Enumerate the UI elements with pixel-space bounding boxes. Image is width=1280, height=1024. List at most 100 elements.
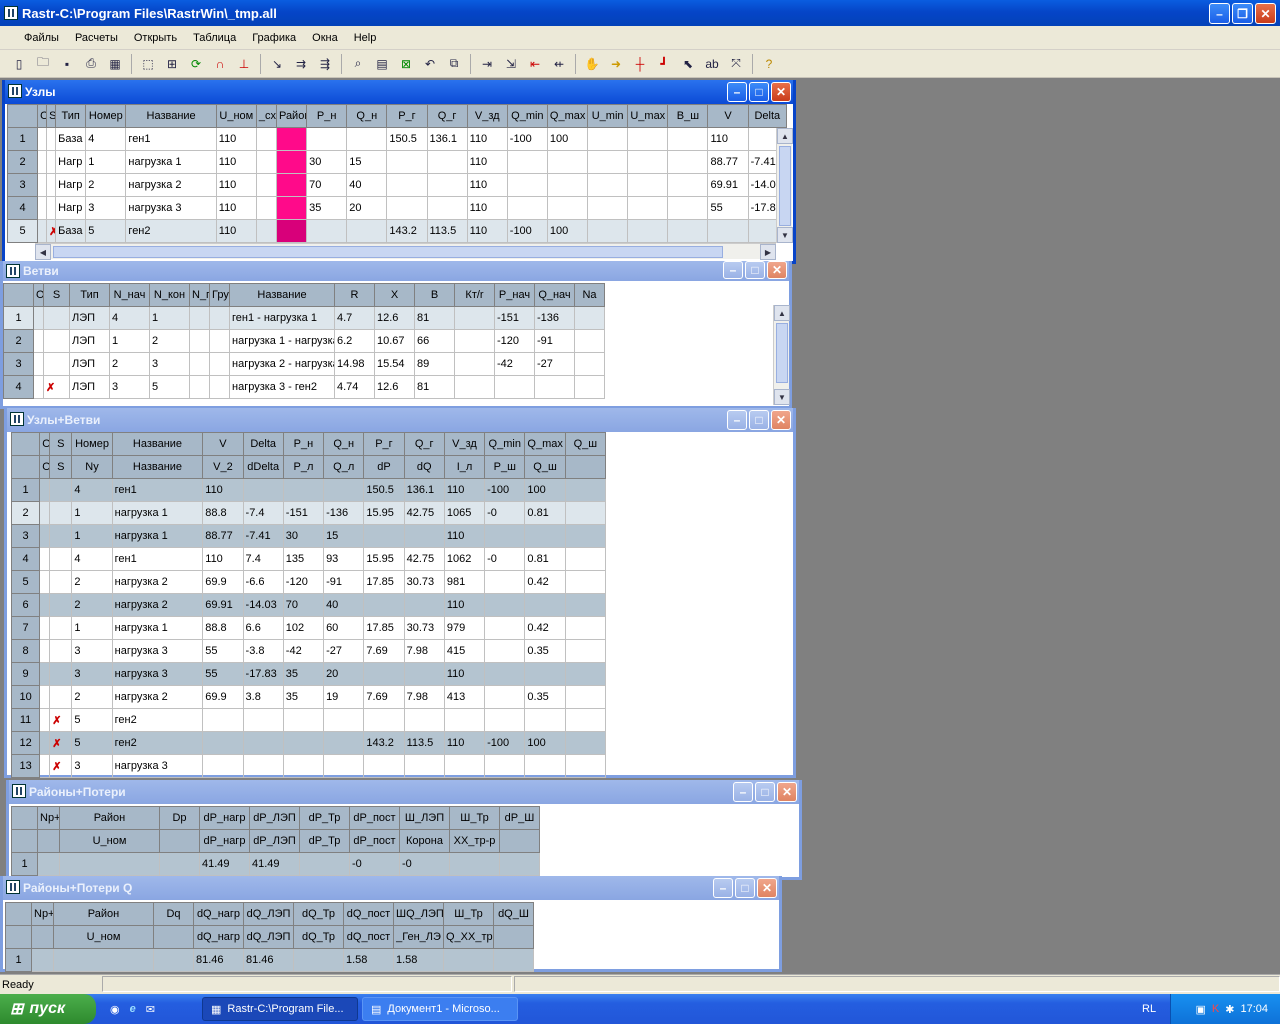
column-header[interactable]: Ш_ЛЭП — [399, 806, 450, 830]
column-header[interactable] — [11, 806, 38, 830]
table-cell[interactable]: -151 — [282, 501, 325, 525]
table-cell[interactable]: 81.46 — [193, 948, 244, 972]
table-cell[interactable] — [546, 150, 589, 174]
table-cell[interactable] — [564, 570, 607, 594]
row-number[interactable]: 2 — [10, 501, 41, 525]
table-row[interactable]: 12 ✗ 5 ген2 143.2 113.5 110 -100 100 — [10, 731, 607, 755]
table-cell[interactable] — [39, 593, 51, 617]
table-cell[interactable]: 0.35 — [524, 639, 566, 663]
column-header[interactable]: dQ_нагр — [193, 925, 244, 949]
row-number[interactable]: 6 — [10, 593, 41, 617]
table-cell[interactable]: 55 — [707, 196, 749, 220]
delete-icon[interactable]: ⇤ — [524, 53, 546, 75]
table-cell[interactable]: 110 — [215, 150, 257, 174]
table-cell[interactable] — [49, 685, 73, 709]
table-cell[interactable] — [43, 352, 70, 376]
table-cell[interactable] — [564, 501, 607, 525]
menu-windows[interactable]: Окна — [304, 32, 346, 44]
table-cell[interactable]: 113.5 — [403, 731, 445, 755]
table-cell[interactable] — [39, 547, 51, 571]
table-row[interactable]: 4 Нагр 3 нагрузка 3 110 35 20 110 55 -17.83 — [6, 196, 788, 220]
table-cell[interactable] — [153, 948, 194, 972]
column-header[interactable]: dQ_Ш — [493, 902, 534, 926]
table-cell[interactable] — [49, 616, 73, 640]
table-cell[interactable] — [49, 570, 73, 594]
magnet-icon[interactable]: ∩ — [209, 53, 231, 75]
column-header[interactable]: N_нач — [109, 283, 150, 307]
table-cell[interactable] — [443, 754, 486, 778]
row-number[interactable]: 12 — [10, 731, 41, 755]
undo-icon[interactable]: ↶ — [419, 53, 441, 75]
table-cell[interactable]: 143.2 — [363, 731, 405, 755]
table-cell[interactable]: ✗ — [49, 708, 73, 732]
table-cell[interactable]: -0 — [399, 852, 450, 876]
column-header[interactable]: N_п — [189, 283, 210, 307]
column-header[interactable]: Название — [111, 455, 204, 479]
table-cell[interactable]: 3 — [109, 375, 150, 399]
column-header[interactable]: dP_пост — [349, 806, 400, 830]
table-cell[interactable] — [275, 196, 308, 220]
table-cell[interactable]: 4 — [71, 478, 113, 502]
table-cell[interactable] — [49, 524, 73, 548]
table-cell[interactable] — [33, 306, 44, 330]
column-header[interactable]: V — [202, 432, 244, 456]
column-header[interactable]: dQ_Тр — [293, 925, 344, 949]
column-header[interactable] — [11, 829, 38, 853]
column-header[interactable]: O — [37, 104, 48, 128]
table-cell[interactable]: 41.49 — [249, 852, 300, 876]
table-row[interactable]: 2 Нагр 1 нагрузка 1 110 30 15 110 88.77 -7.41 — [6, 150, 788, 174]
table-cell[interactable]: нагрузка 1 - нагрузка 2 — [229, 329, 335, 353]
column-header[interactable]: Название — [229, 283, 335, 307]
column-header[interactable]: S — [49, 455, 73, 479]
column-header[interactable]: P_л — [282, 455, 325, 479]
table-cell[interactable] — [49, 593, 73, 617]
table-cell[interactable] — [46, 173, 57, 197]
table-cell[interactable]: 110 — [443, 478, 486, 502]
table-cell[interactable]: 69.9 — [202, 570, 244, 594]
table-cell[interactable]: 3 — [71, 662, 113, 686]
table-cell[interactable]: 1.58 — [393, 948, 444, 972]
table-cell[interactable] — [574, 352, 605, 376]
column-header[interactable]: S — [43, 283, 70, 307]
table-cell[interactable] — [484, 570, 526, 594]
table-cell[interactable] — [707, 219, 749, 243]
minimize-button[interactable]: – — [727, 82, 747, 102]
table-cell[interactable]: 55 — [202, 639, 244, 663]
row-number[interactable]: 5 — [6, 219, 39, 243]
table-cell[interactable]: 979 — [443, 616, 486, 640]
table-cell[interactable] — [386, 173, 428, 197]
table-cell[interactable] — [494, 375, 535, 399]
table-cell[interactable]: 2 — [71, 593, 113, 617]
table-cell[interactable]: 70 — [282, 593, 325, 617]
menu-help[interactable]: Help — [346, 32, 385, 44]
column-header[interactable]: Ш_Тр — [449, 806, 500, 830]
insert-icon[interactable]: ⇲ — [500, 53, 522, 75]
table-cell[interactable]: 110 — [443, 593, 486, 617]
table-cell[interactable]: -27 — [534, 352, 575, 376]
column-header[interactable]: Район — [275, 104, 308, 128]
table-cell[interactable] — [403, 708, 445, 732]
close-button[interactable]: ✕ — [767, 261, 787, 279]
table-cell[interactable]: ✗ — [43, 375, 70, 399]
table-cell[interactable]: ЛЭП — [69, 329, 110, 353]
label-icon[interactable]: ab — [701, 53, 723, 75]
table-cell[interactable]: 12.6 — [374, 306, 415, 330]
table-cell[interactable]: 110 — [707, 127, 749, 151]
column-header[interactable]: Q_ш — [564, 432, 607, 456]
table-cell[interactable]: 19 — [323, 685, 365, 709]
table-cell[interactable]: 110 — [215, 127, 257, 151]
table-cell[interactable]: 40 — [346, 173, 388, 197]
table-cell[interactable]: 14.98 — [334, 352, 375, 376]
table-cell[interactable]: -7.41 — [242, 524, 284, 548]
table-cell[interactable]: 1 — [71, 501, 113, 525]
column-header[interactable]: Ny — [71, 455, 113, 479]
table-cell[interactable]: -0 — [484, 547, 526, 571]
table-cell[interactable] — [39, 639, 51, 663]
table-cell[interactable]: -100 — [484, 478, 526, 502]
table-cell[interactable] — [53, 948, 154, 972]
column-header[interactable]: dP_нагр — [199, 829, 250, 853]
table-cell[interactable]: нагрузка 2 — [111, 593, 204, 617]
maximize-button[interactable]: □ — [755, 782, 775, 802]
table-cell[interactable] — [37, 127, 48, 151]
table-cell[interactable] — [524, 754, 566, 778]
